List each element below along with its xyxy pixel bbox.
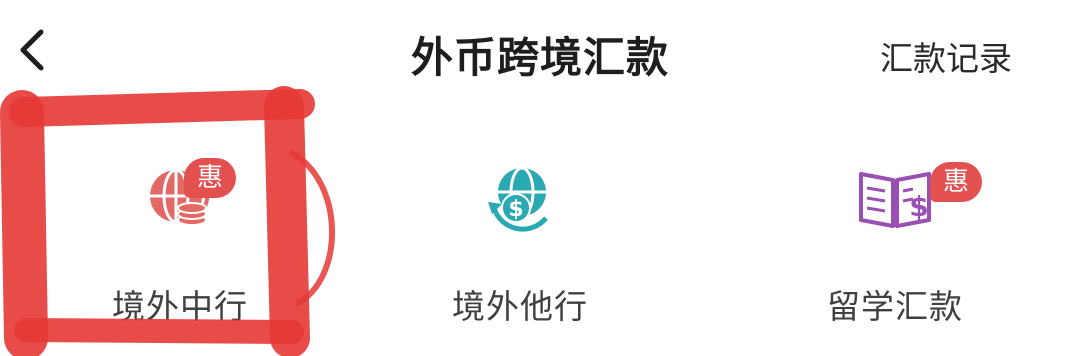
service-grid: 惠 境外中行 $ 境外他行 $ 惠 留学汇款 [0, 100, 1080, 356]
book-dollar-icon: $ [859, 172, 931, 228]
service-label: 留学汇款 [827, 287, 963, 326]
remittance-record-link[interactable]: 汇款记录 [880, 32, 1012, 80]
chevron-left-icon [20, 29, 44, 71]
discount-badge: 惠 [184, 158, 236, 198]
discount-badge: 惠 [930, 162, 982, 202]
svg-text:$: $ [508, 197, 523, 222]
service-label: 境外中行 [112, 287, 248, 326]
globe-dollar-icon: $ [488, 166, 548, 232]
back-button[interactable] [10, 22, 54, 78]
header-bar: 外币跨境汇款 汇款记录 [0, 0, 1080, 100]
service-study-abroad-remittance[interactable]: $ 惠 留学汇款 [745, 100, 1045, 356]
svg-text:$: $ [909, 190, 928, 223]
service-label: 境外他行 [452, 287, 588, 326]
service-overseas-boc[interactable]: 惠 境外中行 [30, 100, 330, 356]
service-overseas-other-bank[interactable]: $ 境外他行 [370, 100, 670, 356]
